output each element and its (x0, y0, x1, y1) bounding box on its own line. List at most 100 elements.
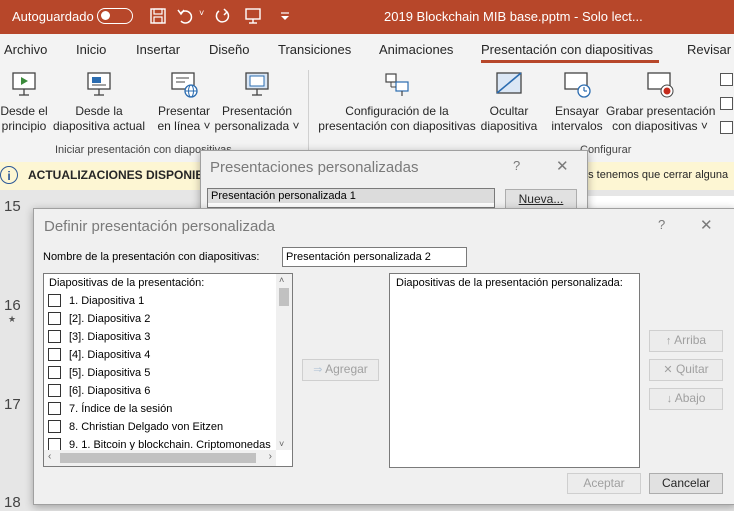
move-down-label: Abajo (674, 391, 706, 405)
scroll-right-icon[interactable]: › (269, 451, 272, 462)
add-button[interactable]: ⇒ Agregar (302, 359, 379, 381)
hide-slide-line1: Ocultar (489, 104, 529, 118)
horizontal-scrollbar[interactable]: ‹ › (44, 450, 276, 466)
active-tab-indicator (481, 60, 659, 63)
show-name-input[interactable]: Presentación personalizada 2 (282, 247, 467, 267)
rehearse-line2: intervalos (551, 119, 603, 133)
scroll-thumb[interactable] (279, 288, 289, 306)
tab-inicio[interactable]: Inicio (76, 42, 106, 57)
tab-revisar[interactable]: Revisar (687, 42, 731, 57)
title-bar: Autoguardado ˅ 2019 Blockchain MIB base.… (0, 0, 734, 34)
vertical-scrollbar[interactable]: ˄ ˅ (276, 274, 292, 450)
arrow-down-icon: ↓ (666, 393, 673, 405)
accept-button[interactable]: Aceptar (567, 473, 641, 494)
scroll-up-icon[interactable]: ˄ (279, 275, 284, 285)
scroll-thumb[interactable] (60, 453, 256, 463)
setup-show-button[interactable]: Configuración de la presentación con dia… (316, 70, 478, 134)
menu-bar: Archivo Inicio Insertar Diseño Transicio… (0, 34, 734, 64)
redo-icon[interactable] (214, 7, 232, 25)
record-line1: Grabar presentación (606, 104, 716, 118)
save-icon[interactable] (149, 7, 167, 25)
custom-show-slides-list[interactable]: Diapositivas de la presentación personal… (389, 273, 640, 468)
list-item[interactable]: [2]. Diapositiva 2 (48, 311, 150, 331)
option-checkbox-2[interactable] (720, 97, 733, 110)
option-checkbox-1[interactable] (720, 73, 733, 86)
slide-checkbox[interactable] (48, 365, 61, 379)
define-custom-show-dialog: Definir presentación personalizada ? ✕ N… (33, 208, 734, 505)
slide-checkbox[interactable] (48, 383, 61, 397)
tab-transiciones[interactable]: Transiciones (278, 42, 351, 57)
slide-checkbox[interactable] (48, 401, 61, 415)
scroll-down-icon[interactable]: ˅ (279, 439, 284, 449)
from-current-button[interactable]: Desde la diapositiva actual (51, 70, 147, 134)
close-icon[interactable]: ✕ (700, 216, 713, 234)
rehearse-line1: Ensayar (554, 104, 600, 118)
from-current-line1: Desde la (75, 104, 123, 118)
undo-icon[interactable] (176, 7, 194, 25)
move-down-button[interactable]: ↓ Abajo (649, 388, 723, 410)
from-start-line1: Desde el (0, 104, 48, 118)
custom-show-button[interactable]: Presentación personalizada ˅ (214, 70, 300, 134)
list-item[interactable]: 8. Christian Delgado von Eitzen (48, 419, 223, 439)
record-show-button[interactable]: Grabar presentación con diapositivas ˅ (606, 70, 716, 134)
help-icon[interactable]: ? (513, 158, 520, 173)
tab-archivo[interactable]: Archivo (4, 42, 47, 57)
move-up-button[interactable]: ↑ Arriba (649, 330, 723, 352)
tab-diseno[interactable]: Diseño (209, 42, 249, 57)
ribbon: Desde el principio Desde la diapositiva … (0, 64, 734, 163)
remove-button[interactable]: ✕ Quitar (649, 359, 723, 381)
slide-checkbox[interactable] (48, 437, 61, 451)
setup-show-line1: Configuración de la (345, 104, 449, 118)
list-item[interactable]: [3]. Diapositiva 3 (48, 329, 151, 349)
slide-checkbox[interactable] (48, 293, 61, 307)
define-dialog-title: Definir presentación personalizada (44, 218, 275, 235)
slide-checkbox[interactable] (48, 311, 61, 325)
hide-slide-button[interactable]: Ocultar diapositiva (478, 70, 540, 134)
custom-shows-title: Presentaciones personalizadas (210, 159, 419, 176)
list-item[interactable]: [5]. Diapositiva 5 (48, 365, 150, 385)
close-icon[interactable]: ✕ (556, 157, 569, 175)
option-checkbox-3[interactable] (720, 121, 733, 134)
present-online-button[interactable]: Presentar en línea ˅ (155, 70, 213, 134)
new-show-button[interactable]: Nueva... (505, 189, 577, 209)
scroll-left-icon[interactable]: ‹ (48, 451, 51, 462)
add-button-label: Agregar (325, 362, 368, 376)
tab-presentacion[interactable]: Presentación con diapositivas (481, 42, 653, 57)
list-item[interactable]: 7. Índice de la sesión (48, 401, 173, 421)
rehearse-timings-button[interactable]: Ensayar intervalos (548, 70, 606, 134)
record-line2: con diapositivas ˅ (612, 119, 708, 133)
present-from-start-icon[interactable] (244, 7, 262, 25)
customize-toolbar-icon[interactable] (276, 7, 294, 25)
slide-item-label: [3]. Diapositiva 3 (69, 331, 151, 343)
list-item[interactable]: [6]. Diapositiva 6 (48, 383, 151, 403)
slide-item-label: [4]. Diapositiva 4 (69, 349, 151, 361)
list-item[interactable]: [4]. Diapositiva 4 (48, 347, 151, 367)
document-title: 2019 Blockchain MIB base.pptm - Solo lec… (384, 9, 643, 24)
from-start-button[interactable]: Desde el principio (0, 70, 48, 134)
custom-show-slides-label: Diapositivas de la presentación personal… (396, 277, 623, 289)
slide-item-label: 7. Índice de la sesión (69, 403, 173, 415)
slide-item-label: [6]. Diapositiva 6 (69, 385, 151, 397)
record-icon (647, 72, 674, 98)
rehearse-timings-icon (564, 72, 591, 98)
slide-checkbox[interactable] (48, 419, 61, 433)
custom-shows-list[interactable]: Presentación personalizada 1 (207, 188, 495, 208)
custom-show-line2: personalizada ˅ (214, 119, 300, 133)
info-message: es tenemos que cerrar alguna (582, 169, 729, 181)
presentation-slides-list[interactable]: Diapositivas de la presentación: 1. Diap… (43, 273, 293, 467)
autosave-label: Autoguardado (12, 9, 94, 24)
tab-animaciones[interactable]: Animaciones (379, 42, 453, 57)
slide-checkbox[interactable] (48, 347, 61, 361)
custom-show-item[interactable]: Presentación personalizada 1 (208, 189, 494, 203)
tab-insertar[interactable]: Insertar (136, 42, 180, 57)
slide-number-16: 16 (4, 297, 21, 314)
autosave-toggle[interactable] (97, 8, 133, 24)
undo-dropdown-icon[interactable]: ˅ (199, 8, 204, 18)
list-item[interactable]: 1. Diapositiva 1 (48, 293, 144, 313)
cancel-button[interactable]: Cancelar (649, 473, 723, 494)
help-icon[interactable]: ? (658, 217, 665, 232)
custom-shows-dialog: Presentaciones personalizadas ? ✕ Presen… (200, 150, 588, 212)
from-current-line2: diapositiva actual (52, 119, 146, 133)
add-arrow-icon: ⇒ (313, 364, 323, 376)
slide-checkbox[interactable] (48, 329, 61, 343)
